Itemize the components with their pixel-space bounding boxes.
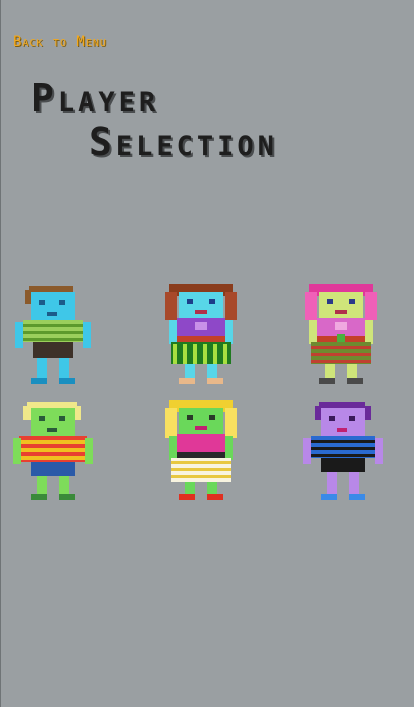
character-card-blonde-girl[interactable] xyxy=(161,398,241,502)
page-title-line-1: Player xyxy=(31,76,160,120)
boy-blonde-hair-icon xyxy=(13,402,93,500)
girl-pink-hair-icon xyxy=(305,284,377,384)
character-card-brown-hair-girl[interactable] xyxy=(161,282,241,386)
character-card-blonde-boy[interactable] xyxy=(13,398,93,502)
page-title-line-2: Selection xyxy=(89,120,278,164)
character-card-pink-hair-girl[interactable] xyxy=(301,282,381,386)
boy-blue-skin-icon xyxy=(15,286,91,384)
player-selection-screen: Back to Menu Player Selection xyxy=(0,0,414,707)
character-card-blue-boy[interactable] xyxy=(13,282,93,386)
boy-purple-skin-icon xyxy=(303,402,383,500)
girl-blonde-hair-icon xyxy=(165,400,237,500)
character-card-purple-boy[interactable] xyxy=(303,398,383,502)
back-to-menu-link[interactable]: Back to Menu xyxy=(13,34,107,50)
girl-brown-hair-icon xyxy=(165,284,237,384)
